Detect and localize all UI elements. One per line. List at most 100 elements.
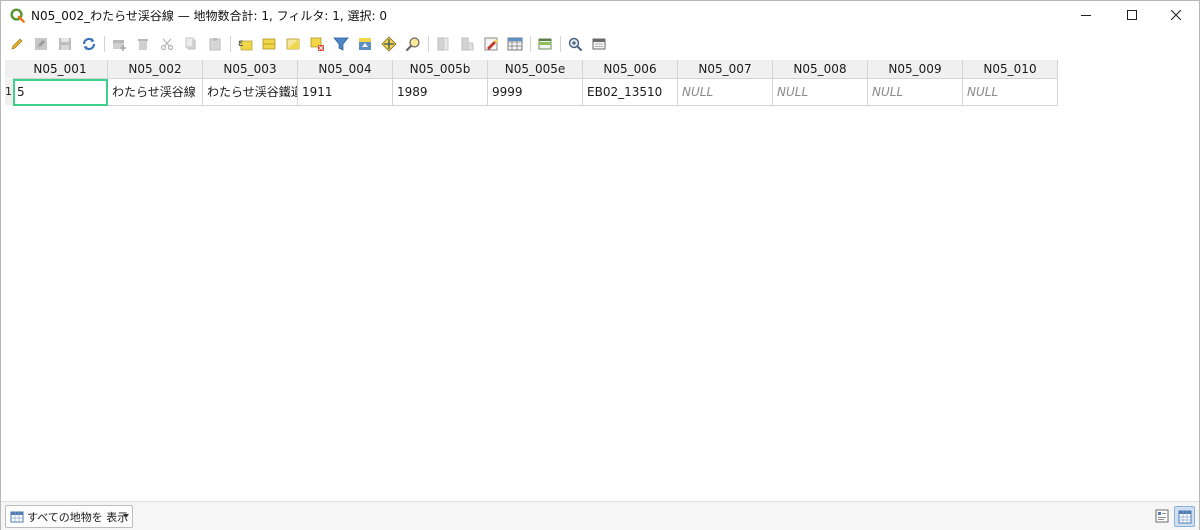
- actions-button[interactable]: [565, 34, 585, 54]
- actions-icon: [568, 37, 582, 51]
- filter-selection-button[interactable]: [331, 34, 351, 54]
- dock-attribute-table-button[interactable]: [589, 34, 609, 54]
- status-bar: すべての地物を 表示: [1, 501, 1199, 530]
- field-calculator-button[interactable]: [505, 34, 525, 54]
- table-header: N05_001 N05_002 N05_003 N05_004 N05_005b…: [13, 60, 1058, 79]
- toolbar-separator: [230, 36, 231, 52]
- deselect-icon: [310, 37, 324, 51]
- select-by-expression-button[interactable]: ε: [235, 34, 255, 54]
- close-icon: [1171, 10, 1181, 20]
- toolbar-separator: [530, 36, 531, 52]
- toolbar-separator: [560, 36, 561, 52]
- table-cell[interactable]: わたらせ渓谷鐵道: [203, 79, 298, 106]
- table-icon: [10, 511, 24, 522]
- table-cell-null[interactable]: NULL: [773, 79, 868, 106]
- attribute-table: N05_001 N05_002 N05_003 N05_004 N05_005b…: [2, 59, 1199, 500]
- column-header[interactable]: N05_010: [963, 60, 1058, 79]
- column-header[interactable]: N05_007: [678, 60, 773, 79]
- reload-button[interactable]: [79, 34, 99, 54]
- delete-field-icon: [461, 37, 474, 51]
- invert-selection-icon: [286, 38, 300, 50]
- zoom-to-selection-button[interactable]: [403, 34, 423, 54]
- maximize-icon: [1127, 10, 1137, 20]
- table-cell[interactable]: 9999: [488, 79, 583, 106]
- window-title: N05_002_わたらせ渓谷線 — 地物数合計: 1, フィルタ: 1, 選択:…: [31, 9, 388, 23]
- table-cell-null[interactable]: NULL: [868, 79, 963, 106]
- table-corner: [5, 60, 13, 78]
- select-all-icon: [262, 38, 276, 50]
- copy-button[interactable]: [181, 34, 201, 54]
- table-cell[interactable]: EB02_13510: [583, 79, 678, 106]
- title-bar: N05_002_わたらせ渓谷線 — 地物数合計: 1, フィルタ: 1, 選択:…: [1, 1, 1199, 29]
- new-field-button[interactable]: [433, 34, 453, 54]
- conditional-formatting-button[interactable]: [535, 34, 555, 54]
- save-button[interactable]: [55, 34, 75, 54]
- column-header[interactable]: N05_006: [583, 60, 678, 79]
- save-icon: [59, 38, 71, 50]
- column-header[interactable]: N05_009: [868, 60, 963, 79]
- table-cell-null[interactable]: NULL: [678, 79, 773, 106]
- column-header[interactable]: N05_002: [108, 60, 203, 79]
- show-features-filter-button[interactable]: すべての地物を 表示: [5, 505, 133, 528]
- cut-button[interactable]: [157, 34, 177, 54]
- form-view-button[interactable]: [1152, 506, 1172, 526]
- filter-label: すべての地物を 表示: [27, 510, 129, 524]
- column-header[interactable]: N05_001: [13, 60, 108, 79]
- organize-columns-button[interactable]: [481, 34, 501, 54]
- new-field-icon: [437, 37, 449, 51]
- cut-icon: [160, 38, 174, 51]
- dock-icon: [592, 38, 606, 50]
- delete-field-button[interactable]: [457, 34, 477, 54]
- table-cell[interactable]: 1911: [298, 79, 393, 106]
- delete-feature-button[interactable]: [133, 34, 153, 54]
- table-cell[interactable]: 5: [13, 79, 108, 106]
- paste-button[interactable]: [205, 34, 225, 54]
- toggle-editing-button[interactable]: [7, 34, 27, 54]
- minimize-button[interactable]: [1063, 1, 1109, 29]
- table-view-icon: [1178, 510, 1191, 523]
- column-header[interactable]: N05_005b: [393, 60, 488, 79]
- toolbar-separator: [104, 36, 105, 52]
- maximize-button[interactable]: [1109, 1, 1155, 29]
- move-selection-top-icon: [359, 38, 371, 50]
- pan-to-selection-button[interactable]: [379, 34, 399, 54]
- qgis-logo-icon: [10, 8, 25, 23]
- select-expression-icon: ε: [238, 38, 253, 51]
- field-calculator-icon: [507, 37, 523, 51]
- filter-icon: [333, 37, 349, 51]
- move-selection-to-top-button[interactable]: [355, 34, 375, 54]
- form-view-icon: [1155, 509, 1169, 523]
- paste-icon: [209, 38, 221, 51]
- svg-text:ε: ε: [238, 38, 243, 49]
- conditional-format-icon: [538, 38, 552, 50]
- attribute-toolbar: ε: [1, 31, 1199, 57]
- invert-selection-button[interactable]: [283, 34, 303, 54]
- table-row: 5 わたらせ渓谷線 わたらせ渓谷鐵道 1911 1989 9999 EB02_1…: [13, 79, 1058, 106]
- delete-feature-icon: [138, 39, 148, 50]
- pencil-icon: [11, 38, 23, 50]
- table-cell-null[interactable]: NULL: [963, 79, 1058, 106]
- table-cell[interactable]: 1989: [393, 79, 488, 106]
- chevron-down-icon: [123, 514, 129, 518]
- table-view-button[interactable]: [1174, 506, 1195, 527]
- close-button[interactable]: [1153, 1, 1199, 29]
- select-all-button[interactable]: [259, 34, 279, 54]
- column-header[interactable]: N05_004: [298, 60, 393, 79]
- deselect-all-button[interactable]: [307, 34, 327, 54]
- organize-columns-icon: [484, 37, 498, 51]
- save-edits-button[interactable]: [31, 34, 51, 54]
- copy-icon: [185, 37, 196, 50]
- table-cell[interactable]: わたらせ渓谷線: [108, 79, 203, 106]
- zoom-to-selection-icon: [405, 37, 420, 52]
- attribute-table-window: N05_002_わたらせ渓谷線 — 地物数合計: 1, フィルタ: 1, 選択:…: [0, 0, 1200, 530]
- toolbar-separator: [428, 36, 429, 52]
- reload-icon: [82, 37, 96, 51]
- column-header[interactable]: N05_005e: [488, 60, 583, 79]
- column-header[interactable]: N05_008: [773, 60, 868, 79]
- save-edits-icon: [35, 38, 47, 50]
- add-feature-button[interactable]: [109, 34, 129, 54]
- row-header[interactable]: 1: [5, 79, 13, 105]
- add-feature-icon: [113, 40, 126, 51]
- column-header[interactable]: N05_003: [203, 60, 298, 79]
- pan-to-selection-icon: [381, 36, 397, 52]
